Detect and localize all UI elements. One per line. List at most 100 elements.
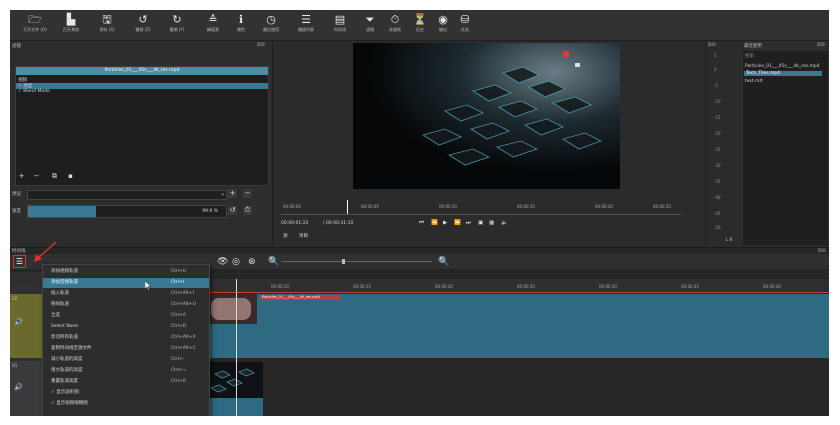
menu-increase-track-height[interactable]: 增大轨道的高度 Ctrl+= (43, 366, 209, 376)
skip-start-icon[interactable]: ⏮ (419, 220, 424, 227)
player-ruler-label: 00:00:10 (439, 204, 457, 209)
ripple-icon[interactable]: 👁 (217, 257, 228, 267)
filter-item-blend-mode[interactable]: ✓ Blend Mode (18, 89, 50, 94)
timeline-clip-tech-tiles[interactable] (205, 362, 263, 416)
db-level: -10 (714, 99, 721, 104)
undo-icon: ↺ (229, 206, 236, 214)
menu-show-waveforms[interactable]: ✓ 显示波形图 (43, 388, 209, 398)
db-level: 0 (714, 67, 717, 72)
player-ruler-label: 00:00:00 (283, 204, 301, 209)
playlist-button[interactable]: ☰ 播放列表 (289, 13, 323, 39)
preset-label: 预设 (12, 192, 21, 197)
menu-add-audio-track[interactable]: 添加音频轨道 Ctrl+I (43, 278, 209, 288)
snap-icon[interactable]: ⊛ (248, 257, 256, 267)
track-header-v2[interactable]: V2 🔊 (10, 294, 42, 358)
menu-select-none[interactable]: Select None Ctrl+D (43, 322, 209, 332)
menu-show-video-thumbnails[interactable]: ✓ 显示视频缩略图 (43, 399, 209, 409)
add-filter-button[interactable]: + (17, 172, 26, 181)
redo-button[interactable]: ↻ 重做 (Y) (160, 13, 194, 39)
undo-button[interactable]: ↺ 撤销 (Z) (126, 13, 160, 39)
timeline-clip-particles[interactable]: Particles_01___45s___4k_res.mp4 (205, 294, 829, 358)
square-icon: ▪ (68, 172, 73, 180)
timeline-menu-button[interactable]: ☰ (13, 255, 26, 268)
track-headers: V2 🔊 V1 🔊 (10, 272, 42, 416)
menu-remove-track[interactable]: 移除轨道 Ctrl+Alt+U (43, 300, 209, 310)
timeline-ruler-label: 00:00:25 (517, 284, 535, 289)
speaker-icon[interactable]: 🔊 (14, 318, 23, 326)
timeline-context-menu: 添加视频轨道 Ctrl+U 添加音频轨道 Ctrl+I 插入轨道 Ctrl+Alt+I… (42, 264, 210, 416)
filter-list: Particles_01___45s___4k_res.mp4 视频 ✓ 亮度 … (15, 66, 269, 186)
menu-reset-track-height[interactable]: 重置轨道高度 Ctrl+0 (43, 377, 209, 387)
recent-search-input[interactable]: 搜索 (745, 53, 754, 59)
recent-item[interactable]: test.mlt (745, 79, 762, 84)
source-tab[interactable]: 源 (283, 233, 288, 239)
timeline-ruler-label: 00:00:35 (681, 284, 699, 289)
menu-cut-all-tracks[interactable]: 剪切所有轨道 Ctrl+Alt+X (43, 333, 209, 343)
timeline-ruler[interactable]: 00:00:10 00:00:15 00:00:20 00:00:25 00:0… (205, 279, 829, 293)
filters-panel-title: 滤镜 (12, 44, 21, 49)
skip-end-icon[interactable]: ⏭ (466, 220, 471, 227)
save-icon: 🖫 (102, 13, 112, 26)
delete-preset-button[interactable]: − (243, 189, 252, 198)
float-panel-icon[interactable]: ⧉⊠ (708, 42, 716, 48)
zoom-slider[interactable] (282, 259, 432, 264)
recent-button[interactable]: ◷ 最近使用 (254, 13, 288, 39)
track-header-v1[interactable]: V1 🔊 (10, 361, 42, 416)
zoom-slider-handle[interactable] (342, 259, 345, 264)
save-preset-button[interactable]: + (228, 189, 237, 198)
menu-decrease-track-height[interactable]: 减小轨道的高度 Ctrl+- (43, 355, 209, 365)
rewind-icon[interactable]: ⏪ (431, 220, 438, 226)
video-preview (353, 43, 620, 189)
open-file-button[interactable]: 🗁 打开文件 (O) (18, 13, 52, 39)
reset-speed-button[interactable]: ↺ (228, 206, 237, 215)
copy-filter-button[interactable]: ⧉ (50, 172, 59, 181)
plus-icon: + (18, 172, 25, 180)
open-other-icon: ▙ (66, 13, 76, 26)
timeline-ruler-label: 00:00:15 (353, 284, 371, 289)
grid-icon[interactable]: ▦ (489, 220, 494, 226)
zoom-in-icon[interactable]: 🔍 (438, 257, 449, 267)
jobs-button[interactable]: ⛁ 任务 (448, 13, 482, 39)
folder-icon: 🗁 (28, 13, 42, 26)
db-level: -20 (714, 131, 721, 136)
remove-filter-button[interactable]: − (32, 172, 41, 181)
float-panel-icon[interactable]: ⧉⊠ (257, 42, 265, 48)
track-header-spacer (10, 272, 42, 282)
menu-copy-timeline-to-source[interactable]: 复制时间线至源文件 Ctrl+Alt+C (43, 344, 209, 354)
float-panel-icon[interactable]: ⧉⊠ (817, 42, 825, 48)
speed-slider[interactable]: 99.9 % (27, 205, 227, 218)
menu-select-all[interactable]: 全选 Ctrl+A (43, 311, 209, 321)
deselect-filter-button[interactable]: ▪ (66, 172, 75, 181)
properties-button[interactable]: ℹ 属性 (224, 13, 258, 39)
video-frame (353, 43, 620, 189)
shotcut-window: 🗁 打开文件 (O) ▙ 打开其他 🖫 保存 (S) ↺ 撤销 (Z) ↻ 重做 (Y) … (10, 10, 829, 416)
project-tab[interactable]: 项目 (299, 233, 308, 239)
ripple-all-icon[interactable]: ◎ (232, 257, 240, 267)
recent-item[interactable]: Particles_01___45s___4k_res.mp4 (745, 64, 820, 69)
player-ruler[interactable]: 00:00:00 00:00:05 00:00:10 00:00:15 00:0… (281, 200, 681, 215)
player-playhead[interactable] (347, 200, 348, 214)
timeline-ruler-label: 00:00:30 (599, 284, 617, 289)
zoom-out-icon[interactable]: 🔍 (268, 257, 279, 267)
timeline-button[interactable]: ▤ 时间线 (323, 13, 357, 39)
volume-icon[interactable]: 🔈 (501, 220, 508, 226)
current-timecode[interactable]: 00:00:01:22 (281, 221, 308, 226)
filter-item-brightness[interactable]: ✓ 亮度 (16, 83, 268, 89)
play-icon[interactable]: ▶ (443, 220, 447, 226)
zoom-icon[interactable]: ▣ (478, 220, 483, 226)
history-icon: ◷ (266, 13, 276, 26)
timeline-playhead[interactable] (236, 279, 237, 416)
channel-labels: L R (726, 237, 733, 242)
speaker-icon[interactable]: 🔊 (14, 383, 23, 391)
fast-forward-icon[interactable]: ⏩ (454, 220, 461, 226)
clip-thumbnail (205, 294, 257, 324)
audio-peak-meter: ⧉⊠ 5 0 -5 -10 -15 -20 -25 -30 -35 -40 -4… (705, 41, 742, 246)
db-level: -35 (714, 179, 721, 184)
save-button[interactable]: 🖫 保存 (S) (90, 13, 124, 39)
menu-add-video-track[interactable]: 添加视频轨道 Ctrl+U (43, 267, 209, 277)
keyframe-speed-button[interactable]: ⏱ (243, 206, 252, 215)
open-other-button[interactable]: ▙ 打开其他 (54, 13, 88, 39)
preset-combo[interactable]: ▾ (27, 190, 227, 200)
menu-insert-track[interactable]: 插入轨道 Ctrl+Alt+I (43, 289, 209, 299)
recent-item-selected[interactable]: Tech_Tiles.mp4 (744, 71, 822, 76)
